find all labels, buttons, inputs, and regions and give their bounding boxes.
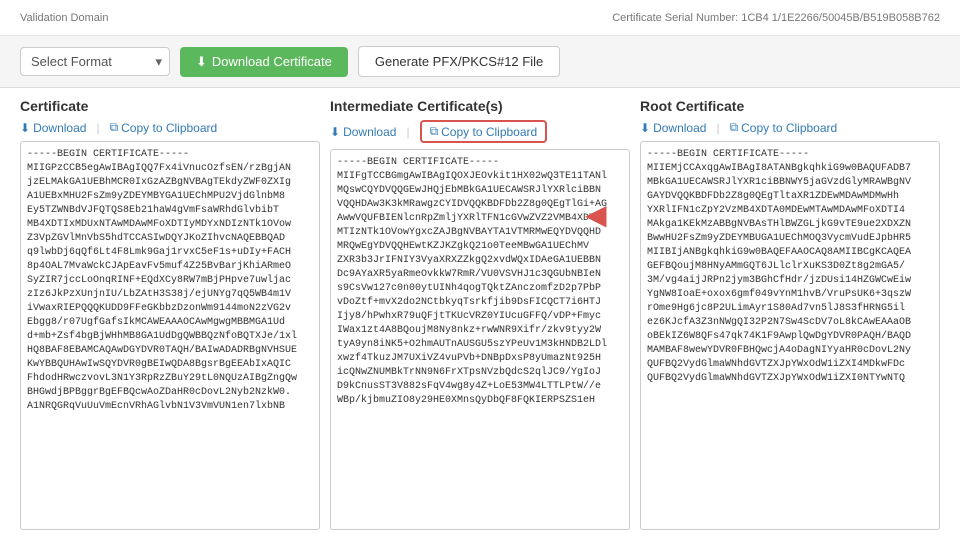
copy-icon-3: ⧉ [730,120,739,135]
certificates-container: Certificate ⬇ Download | ⧉ Copy to Clipb… [0,88,960,540]
validation-domain-label: Validation Domain [20,12,108,24]
download-certificate-label: Download Certificate [212,54,332,69]
download-icon: ⬇ [196,54,207,70]
copy-icon-2: ⧉ [430,124,439,139]
root-column: Root Certificate ⬇ Download | ⧉ Copy to … [640,98,940,530]
separator-1: | [96,121,99,135]
main-wrapper: Validation Domain Certificate Serial Num… [0,0,960,540]
certificate-textarea[interactable] [20,141,320,530]
download-arrow-icon-3: ⬇ [640,121,650,135]
serial-number-label: Certificate Serial Number: 1CB4 1/1E2266… [612,12,940,24]
separator-2: | [406,125,409,139]
certificate-copy-link[interactable]: ⧉ Copy to Clipboard [110,120,218,135]
certificate-download-link[interactable]: ⬇ Download [20,121,86,135]
intermediate-copy-button[interactable]: ⧉ Copy to Clipboard [420,120,548,143]
intermediate-column: Intermediate Certificate(s) ⬇ Download |… [330,98,630,530]
toolbar: Select Format PEM DER CRT ⬇ Download Cer… [0,36,960,88]
generate-pfx-button[interactable]: Generate PFX/PKCS#12 File [358,46,560,77]
intermediate-textarea[interactable] [330,149,630,530]
intermediate-actions: ⬇ Download | ⧉ Copy to Clipboard [330,120,630,143]
root-title: Root Certificate [640,98,940,114]
intermediate-copy-label: Copy to Clipboard [441,125,537,139]
download-arrow-icon: ⬇ [20,121,30,135]
separator-3: | [716,121,719,135]
root-download-link[interactable]: ⬇ Download [640,121,706,135]
format-select-wrapper: Select Format PEM DER CRT [20,47,170,76]
meta-bar: Validation Domain Certificate Serial Num… [0,0,960,36]
intermediate-download-label: Download [343,125,396,139]
root-actions: ⬇ Download | ⧉ Copy to Clipboard [640,120,940,135]
copy-icon-1: ⧉ [110,120,119,135]
download-arrow-icon-2: ⬇ [330,125,340,139]
certificate-actions: ⬇ Download | ⧉ Copy to Clipboard [20,120,320,135]
root-copy-link[interactable]: ⧉ Copy to Clipboard [730,120,838,135]
root-copy-label: Copy to Clipboard [741,121,837,135]
intermediate-title: Intermediate Certificate(s) [330,98,630,114]
intermediate-download-link[interactable]: ⬇ Download [330,125,396,139]
generate-pfx-label: Generate PFX/PKCS#12 File [375,54,543,69]
certificate-title: Certificate [20,98,320,114]
certificate-column: Certificate ⬇ Download | ⧉ Copy to Clipb… [20,98,320,530]
format-select[interactable]: Select Format PEM DER CRT [20,47,170,76]
certificate-copy-label: Copy to Clipboard [121,121,217,135]
certificate-download-label: Download [33,121,86,135]
download-certificate-button[interactable]: ⬇ Download Certificate [180,47,348,77]
root-download-label: Download [653,121,706,135]
root-textarea[interactable] [640,141,940,530]
